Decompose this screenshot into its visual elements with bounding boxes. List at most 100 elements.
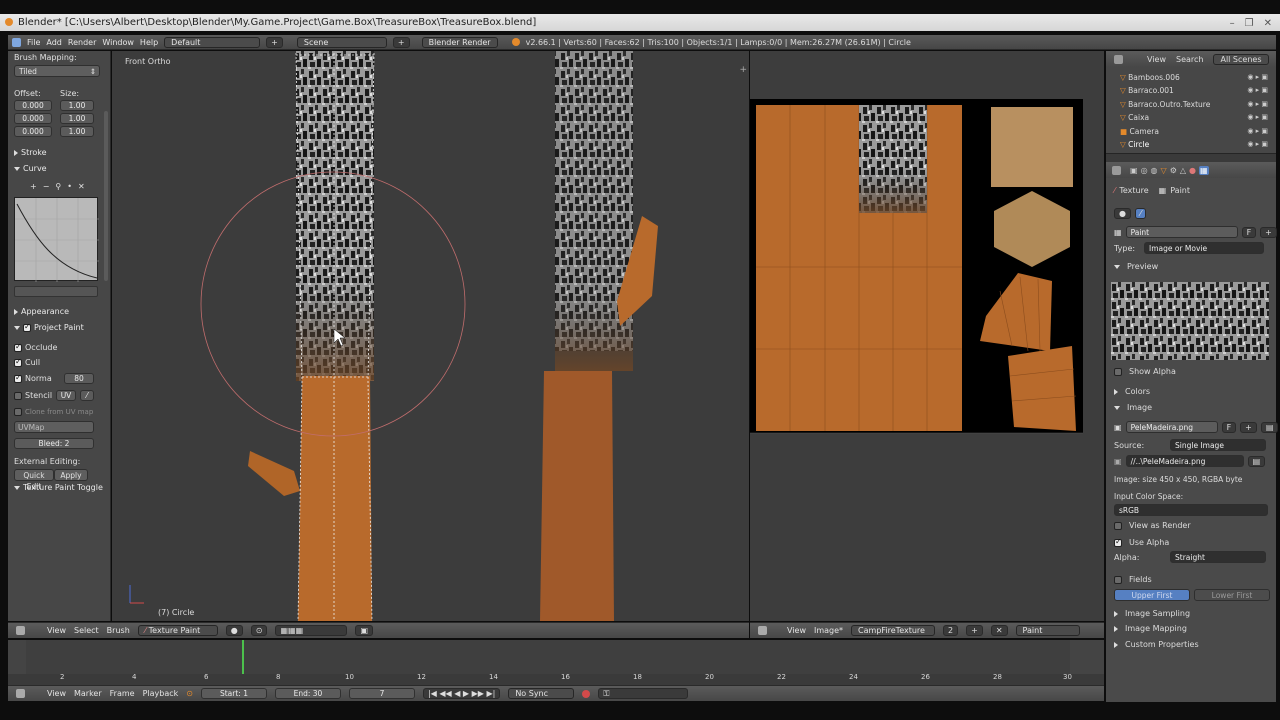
outliner-item[interactable]: ■ Camera — [1120, 125, 1210, 138]
brush-texture-button[interactable]: ● — [1114, 208, 1131, 219]
visibility-icons[interactable]: ◉ ▸ ▣ — [1247, 111, 1268, 124]
custom-properties-toggle[interactable]: Custom Properties — [1114, 640, 1199, 649]
browse-file-button[interactable]: ▤ — [1247, 455, 1266, 467]
fields-option[interactable]: Fields — [1114, 575, 1152, 584]
editor-type-icon[interactable] — [16, 626, 25, 635]
outliner-view-menu[interactable]: View — [1147, 55, 1166, 64]
show-alpha-checkbox[interactable] — [1114, 367, 1122, 376]
editor-type-icon[interactable] — [1114, 54, 1123, 64]
fields-checkbox[interactable] — [1114, 575, 1122, 584]
modifier-tab-icon[interactable]: ⚙ — [1170, 166, 1177, 175]
image-panel-toggle[interactable]: Image — [1114, 403, 1152, 412]
offset-y-field[interactable]: 0.000 — [14, 113, 52, 124]
visibility-icons[interactable]: ◉ ▸ ▣ — [1247, 125, 1268, 138]
editor-type-icon[interactable] — [12, 37, 21, 47]
project-paint-checkbox[interactable] — [23, 322, 31, 332]
viewport-shading-button[interactable]: ● — [225, 625, 243, 636]
curve-editor[interactable] — [14, 197, 99, 282]
timeline[interactable]: 2 4 6 8 10 12 14 16 18 20 22 24 26 28 30 — [8, 640, 1104, 685]
zoom-out-icon[interactable]: − — [43, 182, 50, 191]
curve-panel-toggle[interactable]: Curve — [14, 164, 47, 173]
visibility-icons[interactable]: ◉ ▸ ▣ — [1247, 138, 1268, 151]
use-alpha-checkbox[interactable] — [1114, 537, 1122, 547]
uv-image-editor[interactable] — [750, 51, 1104, 621]
normal-checkbox[interactable] — [14, 373, 22, 383]
visibility-icons[interactable]: ◉ ▸ ▣ — [1247, 84, 1268, 97]
upper-first-button[interactable]: Upper First — [1114, 589, 1190, 601]
project-paint-panel-toggle[interactable]: Project Paint — [14, 322, 84, 332]
size-z-field[interactable]: 1.00 — [60, 126, 94, 137]
image-selector[interactable]: CampFireTexture — [851, 625, 936, 636]
fake-user-button[interactable]: F — [1241, 226, 1257, 238]
maximize-button[interactable]: ❐ — [1245, 15, 1254, 32]
use-preview-range-icon[interactable]: ⊙ — [186, 689, 193, 698]
other-texture-button[interactable]: ⁄ — [1134, 208, 1147, 219]
apply-button[interactable]: Apply — [54, 469, 88, 481]
stencil-invert-icon[interactable]: ⁄ — [80, 390, 94, 401]
occlude-option[interactable]: Occlude — [14, 342, 57, 352]
mode-selector[interactable]: ⁄ Texture Paint — [137, 625, 218, 636]
scene-tab-icon[interactable]: ◎ — [1141, 166, 1148, 175]
occlude-checkbox[interactable] — [14, 342, 22, 352]
uv-mode-selector[interactable]: Paint — [1015, 625, 1080, 636]
menu-select[interactable]: Select — [74, 626, 99, 635]
outliner-search-menu[interactable]: Search — [1176, 55, 1203, 64]
render-preview-icon[interactable]: ▣ — [355, 625, 374, 636]
color-space-dropdown[interactable]: sRGB — [1114, 504, 1268, 516]
menu-image[interactable]: Image* — [814, 626, 843, 635]
menu-marker[interactable]: Marker — [74, 689, 102, 698]
visibility-icons[interactable]: ◉ ▸ ▣ — [1247, 98, 1268, 111]
texture-tab-icon[interactable]: ▦ — [1199, 165, 1209, 175]
keying-set-dropdown[interactable]: ⚿ — [598, 688, 689, 699]
texture-name-field[interactable]: Paint — [1125, 226, 1238, 238]
image-mapping-toggle[interactable]: Image Mapping — [1114, 624, 1187, 633]
filepath-field[interactable]: //..\PeleMadeira.png — [1125, 455, 1244, 467]
playback-controls[interactable]: |◀ ◀◀ ◀ ▶ ▶▶ ▶| — [422, 688, 501, 699]
lower-first-button[interactable]: Lower First — [1194, 589, 1270, 601]
render-tab-icon[interactable]: ▣ — [1130, 166, 1138, 175]
brush-mapping-dropdown[interactable]: Tiled ⇕ — [14, 65, 100, 77]
offset-z-field[interactable]: 0.000 — [14, 126, 52, 137]
normal-angle-field[interactable]: 80 — [64, 373, 94, 384]
new-image-button[interactable]: + — [966, 625, 983, 636]
appearance-panel-toggle[interactable]: Appearance — [14, 307, 69, 316]
unlink-image-button[interactable]: ✕ — [990, 625, 1008, 636]
tool-icon[interactable]: ⚲ — [55, 182, 61, 191]
size-x-field[interactable]: 1.00 — [60, 100, 94, 111]
stencil-option[interactable]: Stencil — [14, 391, 52, 400]
show-alpha-option[interactable]: Show Alpha — [1114, 367, 1176, 376]
scene-selector[interactable]: Scene — [296, 36, 387, 48]
zoom-in-icon[interactable]: + — [30, 182, 37, 191]
current-frame-field[interactable]: 7 — [348, 688, 415, 699]
visibility-icons[interactable]: ◉ ▸ ▣ — [1247, 71, 1268, 84]
3d-viewport[interactable]: Front Ortho (7) Circle + — [112, 51, 749, 621]
minimize-button[interactable]: – — [1230, 15, 1235, 32]
size-y-field[interactable]: 1.00 — [60, 113, 94, 124]
area-divider[interactable] — [1106, 154, 1276, 162]
outliner-display-mode[interactable]: All Scenes — [1213, 53, 1269, 65]
normal-option[interactable]: Norma — [14, 373, 52, 383]
image-name-field[interactable]: PeleMadeira.png — [1125, 421, 1218, 433]
outliner-item[interactable]: ▽ Barraco.Outro.Texture — [1120, 98, 1210, 111]
scene-add-button[interactable]: + — [392, 36, 410, 48]
stroke-panel-toggle[interactable]: Stroke — [14, 148, 47, 157]
object-tab-icon[interactable]: ▽ — [1161, 166, 1167, 175]
start-frame-field[interactable]: Start: 1 — [200, 688, 267, 699]
view-as-render-checkbox[interactable] — [1114, 521, 1122, 530]
record-icon[interactable] — [582, 689, 591, 698]
outliner-item[interactable]: ▽ Barraco.001 — [1120, 84, 1210, 97]
layers-icon[interactable]: ▦▦▦ — [275, 625, 348, 636]
viewport-canvas[interactable] — [112, 51, 749, 621]
menu-file[interactable]: File — [27, 38, 40, 47]
new-texture-button[interactable]: + — [1260, 226, 1277, 238]
editor-type-icon[interactable] — [758, 626, 767, 635]
stencil-checkbox[interactable] — [14, 391, 22, 400]
handle-icon[interactable]: • — [67, 182, 72, 191]
texture-type-dropdown[interactable]: Image or Movie — [1144, 242, 1264, 254]
uv-canvas[interactable] — [750, 51, 1104, 621]
close-button[interactable]: ✕ — [1264, 15, 1272, 32]
curve-presets[interactable] — [14, 286, 98, 297]
panel-toggle-icon[interactable]: + — [739, 65, 747, 75]
pivot-icon[interactable]: ⊙ — [250, 625, 268, 636]
editor-type-icon[interactable] — [1112, 165, 1121, 175]
